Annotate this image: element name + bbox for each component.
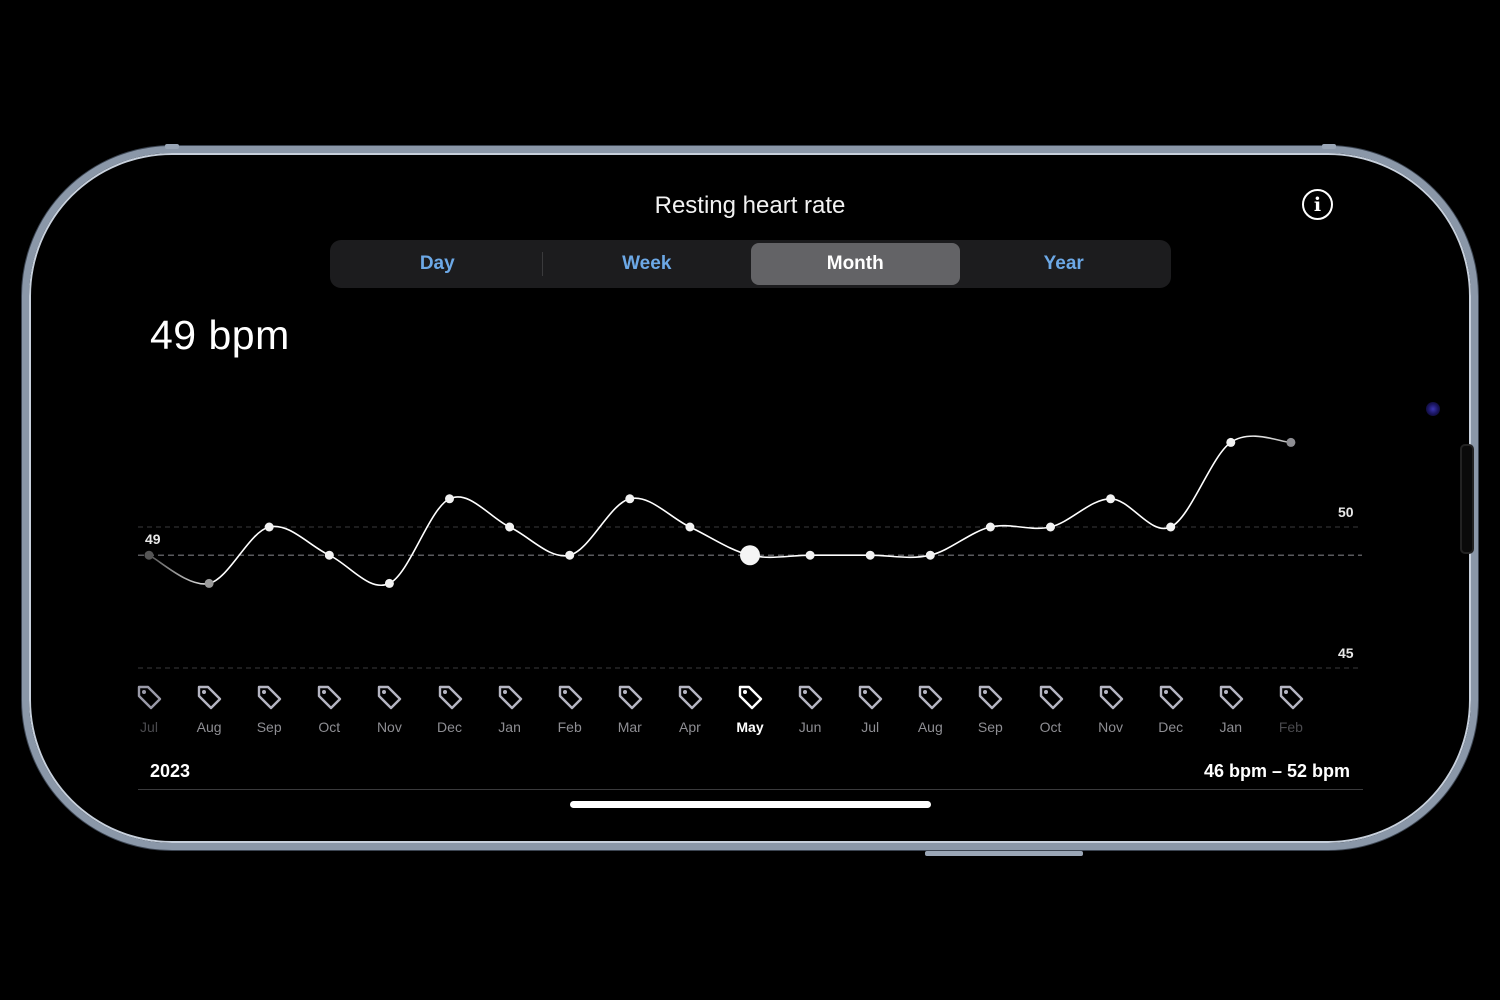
month-label: Nov [376,719,402,735]
month-label: Jan [498,719,521,735]
month-tag-oct[interactable]: Oct [1031,684,1071,735]
selected-data-point [740,545,760,566]
tag-icon [135,685,163,716]
tag-icon [856,685,884,716]
data-point [505,522,515,532]
tag-icon [255,685,283,716]
range-label: 46 bpm – 52 bpm [1203,761,1350,781]
month-label: May [736,719,764,735]
month-tag-oct[interactable]: Oct [309,684,349,735]
month-label: Jun [798,719,822,735]
tag-icon [556,685,584,716]
reference-label: 49 [145,531,161,548]
month-tag-jul[interactable]: Jul [850,684,890,735]
month-tag-aug[interactable]: Aug [189,684,229,735]
y-tick-label: 50 [1338,504,1354,520]
month-tag-jun[interactable]: Jun [790,684,830,735]
data-point [1166,522,1176,532]
y-tick-label: 45 [1338,645,1354,661]
month-label: Sep [977,719,1003,735]
data-point [685,522,695,532]
month-label: Jan [1219,719,1243,735]
tag-icon [1277,685,1305,716]
month-label: Dec [1158,719,1184,735]
tag-icon [1097,685,1125,716]
series-line [148,435,1291,587]
data-point [865,550,875,560]
data-point [925,550,935,560]
month-tag-apr[interactable]: Apr [670,684,710,735]
month-tag-dec[interactable]: Dec [1151,684,1191,735]
month-tag-feb[interactable]: Feb [1271,684,1311,735]
data-point [1046,522,1055,532]
month-tag-aug[interactable]: Aug [910,684,950,735]
month-label: Aug [917,719,943,735]
month-label: Apr [678,719,701,735]
data-point [1286,437,1296,447]
tag-icon [616,685,644,716]
heart-rate-chart[interactable] [0,0,1500,1000]
data-point [445,494,454,504]
tag-icon [496,685,524,716]
tag-icon [436,685,464,716]
data-point [264,522,274,532]
year-label: 2023 [150,761,191,781]
month-label: Dec [437,719,462,735]
month-tag-nov[interactable]: Nov [369,684,409,735]
tag-icon [976,685,1004,716]
month-label: Oct [318,719,341,735]
month-tag-nov[interactable]: Nov [1091,684,1131,735]
data-point [805,550,815,560]
month-tag-sep[interactable]: Sep [970,684,1010,735]
month-label: Feb [1278,719,1303,735]
data-point [324,550,334,560]
month-tag-jul[interactable]: Jul [129,684,169,735]
tag-icon [916,685,944,716]
month-tag-feb[interactable]: Feb [550,684,590,735]
tag-icon [1037,685,1065,716]
data-point [565,550,575,560]
month-tag-dec[interactable]: Dec [430,684,470,735]
tag-icon [315,685,343,716]
data-point [1226,437,1236,447]
tag-icon [796,685,824,716]
tag-icon [736,685,764,716]
data-point [1106,494,1116,504]
data-point [625,494,635,504]
data-point [204,578,214,588]
month-label: Mar [617,719,642,735]
month-tag-jan[interactable]: Jan [490,684,530,735]
home-indicator[interactable] [570,801,931,808]
tag-icon [195,685,223,716]
month-tag-jan[interactable]: Jan [1211,684,1251,735]
tag-icon [1157,685,1185,716]
tag-icon [676,685,704,716]
month-label: Sep [256,719,282,735]
data-point [985,522,995,532]
footer-divider [138,789,1363,790]
month-label: Aug [196,719,222,735]
month-label: Jul [140,719,158,735]
month-label: Feb [557,719,582,735]
month-label: Oct [1039,719,1062,735]
month-tag-sep[interactable]: Sep [249,684,289,735]
data-point [384,578,394,588]
month-label: Jul [861,719,880,735]
data-point [144,550,154,560]
tag-icon [375,685,403,716]
month-tag-mar[interactable]: Mar [610,684,650,735]
tag-icon [1217,685,1245,716]
month-tag-may[interactable]: May [730,684,770,735]
month-label: Nov [1098,719,1124,735]
